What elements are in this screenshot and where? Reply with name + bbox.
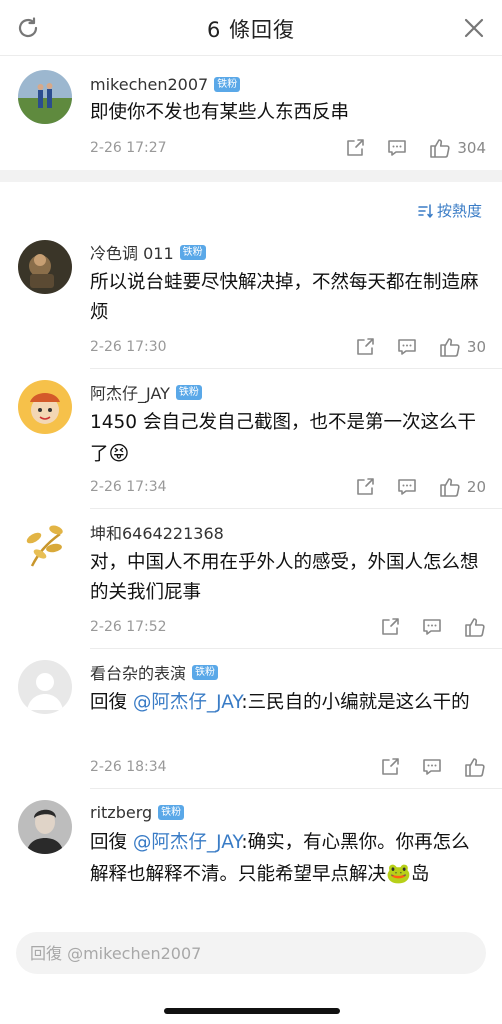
comment-icon xyxy=(423,619,441,635)
comment-icon xyxy=(423,759,441,775)
root-comment: mikechen2007 铁粉 即使你不发也有某些人东西反串 2-26 17:2… xyxy=(0,56,502,170)
comment-text: 回復 @阿杰仔_JAY:三民自的小编就是这么干的 xyxy=(90,688,486,718)
reply-input[interactable] xyxy=(30,932,460,974)
dialog-header: 6 條回復 xyxy=(0,0,502,56)
comment-time: 2-26 18:34 xyxy=(90,759,167,775)
username[interactable]: 坤和6464221368 xyxy=(90,520,224,544)
comment-text: 所以说台蛙要尽快解决掉，不然每天都在制造麻烦 xyxy=(90,272,479,323)
avatar[interactable] xyxy=(18,240,72,294)
close-button[interactable] xyxy=(458,12,490,44)
thumbs-up-icon xyxy=(440,478,460,497)
avatar[interactable] xyxy=(18,520,72,574)
sort-icon xyxy=(418,203,433,218)
home-indicator xyxy=(164,1008,340,1014)
comment-text: 1450 会自己发自己截图，也不是第一次这么干了😝 xyxy=(90,408,486,470)
close-icon xyxy=(464,18,484,38)
comment-time: 2-26 17:34 xyxy=(90,479,167,495)
section-separator xyxy=(0,170,502,182)
avatar-photo xyxy=(18,240,72,294)
comment-item: 坤和6464221368 对，中国人不用在乎外人的感受，外国人怎么想的关我们屁事… xyxy=(0,510,502,650)
like-count: 30 xyxy=(466,338,486,356)
avatar-photo xyxy=(18,380,72,434)
like-button[interactable]: 20 xyxy=(439,476,486,498)
divider xyxy=(90,368,502,369)
comment-item: 冷色调 011 铁粉 所以说台蛙要尽快解决掉，不然每天都在制造麻烦 2-26 1… xyxy=(0,230,502,370)
thumbs-up-icon xyxy=(465,758,485,777)
emoji: 😝 xyxy=(108,441,130,465)
default-avatar-icon xyxy=(18,660,72,714)
comment-text: 即使你不发也有某些人东西反串 xyxy=(90,102,350,123)
share-icon xyxy=(382,758,399,775)
comment-icon xyxy=(398,339,416,355)
sort-toggle[interactable]: 按熱度 xyxy=(417,200,482,221)
thumbs-up-icon xyxy=(465,618,485,637)
comment-text-body: 1450 会自己发自己截图，也不是第一次这么干了 xyxy=(90,412,476,465)
share-button[interactable] xyxy=(380,757,400,777)
avatar[interactable] xyxy=(18,800,72,854)
divider xyxy=(90,508,502,509)
comment-icon xyxy=(388,140,407,156)
avatar-photo xyxy=(18,520,72,574)
page-title: 6 條回復 xyxy=(206,18,296,42)
divider xyxy=(90,788,502,789)
share-icon xyxy=(357,478,374,495)
comment-item: 阿杰仔_JAY 铁粉 1450 会自己发自己截图，也不是第一次这么干了😝 2-2… xyxy=(0,370,502,510)
share-icon xyxy=(382,618,399,635)
like-button[interactable]: 304 xyxy=(429,137,486,159)
username[interactable]: 看台杂的表演 xyxy=(90,660,186,684)
mention-link[interactable]: @阿杰仔_JAY xyxy=(133,692,241,713)
share-button[interactable] xyxy=(345,138,365,158)
fan-badge: 铁粉 xyxy=(179,244,206,260)
thumbs-up-icon xyxy=(430,139,450,158)
avatar[interactable] xyxy=(18,380,72,434)
avatar-photo xyxy=(18,800,72,854)
like-button[interactable]: 30 xyxy=(439,336,486,358)
fan-badge: 铁粉 xyxy=(214,76,241,92)
comment-time: 2-26 17:52 xyxy=(90,619,167,635)
comment-button[interactable] xyxy=(422,757,442,777)
comment-time: 2-26 17:30 xyxy=(90,339,167,355)
share-button[interactable] xyxy=(355,337,375,357)
comment-icon xyxy=(398,479,416,495)
mention-link[interactable]: @阿杰仔_JAY xyxy=(133,832,241,853)
comment-button[interactable] xyxy=(397,337,417,357)
comment-button[interactable] xyxy=(422,617,442,637)
reply-bar xyxy=(16,932,486,974)
like-button[interactable] xyxy=(464,616,486,638)
sort-label: 按熱度 xyxy=(436,202,482,220)
comment-text: 对，中国人不用在乎外人的感受，外国人怎么想的关我们屁事 xyxy=(90,552,479,603)
fan-badge: 铁粉 xyxy=(192,664,219,680)
comment-button[interactable] xyxy=(397,477,417,497)
avatar[interactable] xyxy=(18,70,72,124)
username[interactable]: 阿杰仔_JAY xyxy=(90,380,170,404)
share-button[interactable] xyxy=(380,617,400,637)
fan-badge: 铁粉 xyxy=(175,384,202,400)
username[interactable]: 冷色调 011 xyxy=(90,240,174,264)
emoji: 🐸 xyxy=(386,861,411,885)
avatar-photo xyxy=(18,70,72,124)
comment-text: 回復 @阿杰仔_JAY:确实，有心黑你。你再怎么解释也解释不清。只能希望早点解决… xyxy=(90,828,486,890)
share-button[interactable] xyxy=(355,477,375,497)
like-count: 20 xyxy=(466,478,486,496)
comment-text-tail: 岛 xyxy=(410,864,430,885)
comment-item: 看台杂的表演 铁粉 回復 @阿杰仔_JAY:三民自的小编就是这么干的 2-26 … xyxy=(0,650,502,790)
comment-text-body: :三民自的小编就是这么干的 xyxy=(241,692,470,713)
reply-prefix: 回復 xyxy=(90,832,133,853)
reply-prefix: 回復 xyxy=(90,692,133,713)
thumbs-up-icon xyxy=(440,338,460,357)
fan-badge: 铁粉 xyxy=(158,804,185,820)
divider xyxy=(90,648,502,649)
username[interactable]: mikechen2007 xyxy=(90,75,208,94)
like-button[interactable] xyxy=(464,756,486,778)
avatar[interactable] xyxy=(18,660,72,714)
comment-item: ritzberg 铁粉 回復 @阿杰仔_JAY:确实，有心黑你。你再怎么解释也解… xyxy=(0,790,502,920)
like-count: 304 xyxy=(457,139,486,157)
username[interactable]: ritzberg xyxy=(90,803,152,822)
comment-time: 2-26 17:27 xyxy=(90,140,167,156)
share-icon xyxy=(357,338,374,355)
share-icon xyxy=(347,139,365,156)
comment-button[interactable] xyxy=(387,138,407,158)
